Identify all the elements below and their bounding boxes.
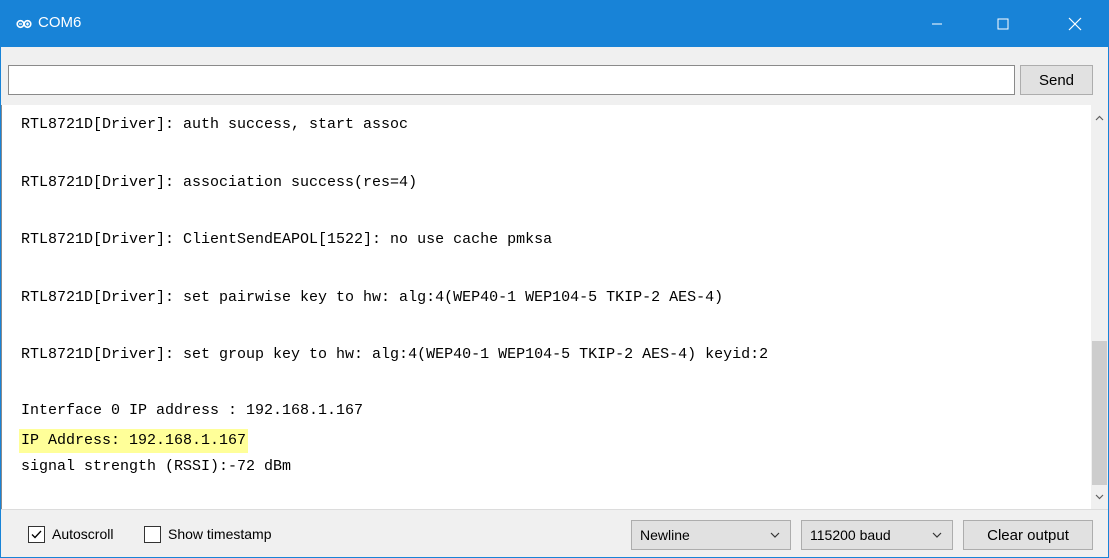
- scroll-thumb[interactable]: [1092, 341, 1107, 485]
- highlighted-output-line: IP Address: 192.168.1.167: [19, 429, 249, 453]
- bottom-toolbar: Autoscroll Show timestamp Newline 115200…: [1, 509, 1108, 557]
- output-line: Interface 0 IP address : 192.168.1.167: [21, 402, 364, 419]
- vertical-scrollbar[interactable]: [1091, 105, 1108, 509]
- scroll-up-button[interactable]: [1091, 109, 1108, 126]
- chevron-down-icon: [1095, 494, 1104, 499]
- output-line: RTL8721D[Driver]: set group key to hw: a…: [21, 346, 769, 363]
- close-button[interactable]: [1052, 1, 1098, 47]
- title-bar[interactable]: COM6: [1, 1, 1108, 47]
- output-line: RTL8721D[Driver]: set pairwise key to hw…: [21, 289, 724, 306]
- show-timestamp-checkbox[interactable]: [144, 526, 161, 543]
- close-icon: [1068, 17, 1082, 31]
- minimize-icon: [932, 23, 942, 25]
- checkmark-icon: [31, 530, 42, 539]
- send-button[interactable]: Send: [1020, 65, 1093, 95]
- serial-output[interactable]: RTL8721D[Driver]: auth success, start as…: [1, 105, 1091, 509]
- send-input[interactable]: [8, 65, 1015, 95]
- output-line: RTL8721D[Driver]: association success(re…: [21, 174, 418, 191]
- serial-monitor-window: COM6 Send RTL8721D[Driver]: auth success…: [0, 0, 1109, 558]
- window-title: COM6: [38, 14, 82, 31]
- show-timestamp-label[interactable]: Show timestamp: [168, 526, 271, 543]
- chevron-down-icon: [932, 532, 942, 538]
- chevron-up-icon: [1095, 115, 1104, 120]
- autoscroll-checkbox[interactable]: [28, 526, 45, 543]
- output-line: signal strength (RSSI):-72 dBm: [21, 458, 292, 475]
- output-line: RTL8721D[Driver]: ClientSendEAPOL[1522]:…: [21, 231, 553, 248]
- autoscroll-label[interactable]: Autoscroll: [52, 526, 113, 543]
- maximize-button[interactable]: [980, 1, 1026, 47]
- baud-rate-select[interactable]: 115200 baud: [801, 520, 953, 550]
- chevron-down-icon: [770, 532, 780, 538]
- maximize-icon: [997, 18, 1009, 30]
- line-ending-value: Newline: [640, 527, 690, 543]
- minimize-button[interactable]: [914, 1, 960, 47]
- line-ending-select[interactable]: Newline: [631, 520, 791, 550]
- arduino-icon: [16, 19, 32, 29]
- send-row: Send: [1, 47, 1108, 105]
- baud-rate-value: 115200 baud: [810, 527, 891, 543]
- scroll-down-button[interactable]: [1091, 488, 1108, 505]
- output-line: RTL8721D[Driver]: auth success, start as…: [21, 116, 409, 133]
- clear-output-button[interactable]: Clear output: [963, 520, 1093, 550]
